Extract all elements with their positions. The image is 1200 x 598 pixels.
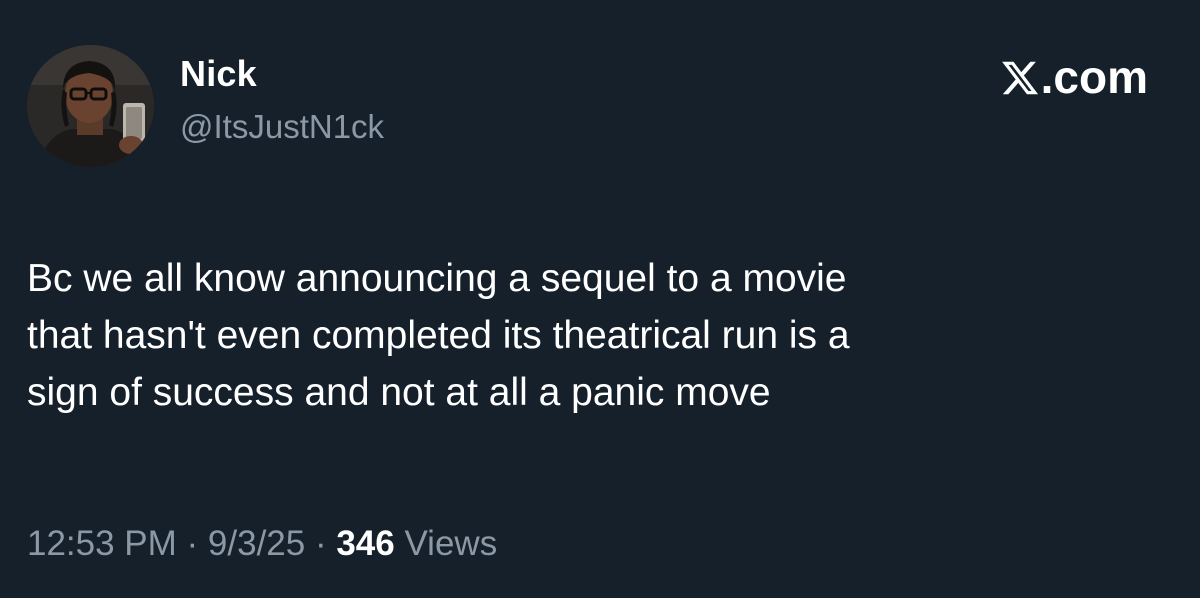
x-logo-icon	[1001, 61, 1038, 95]
tweet-card: Nick @ItsJustN1ck .com Bc we all know an…	[0, 0, 1200, 598]
tweet-text: Bc we all know announcing a sequel to a …	[27, 257, 850, 414]
views-label: Views	[394, 524, 498, 563]
author-display-name[interactable]: Nick	[180, 52, 257, 96]
avatar[interactable]	[27, 45, 154, 167]
meta-separator: ·	[176, 524, 208, 563]
author-handle[interactable]: @ItsJustN1ck	[180, 106, 384, 148]
tweet-time[interactable]: 12:53 PM	[27, 524, 177, 563]
x-com-brand: .com	[1000, 50, 1148, 104]
avatar-photo	[27, 45, 154, 167]
tweet-date[interactable]: 9/3/25	[208, 524, 305, 563]
brand-suffix: .com	[1040, 51, 1148, 103]
meta-separator: ·	[305, 524, 337, 563]
views-count[interactable]: 346	[336, 524, 394, 563]
tweet-meta: 12:53 PM · 9/3/25 · 346 Views	[27, 521, 497, 567]
